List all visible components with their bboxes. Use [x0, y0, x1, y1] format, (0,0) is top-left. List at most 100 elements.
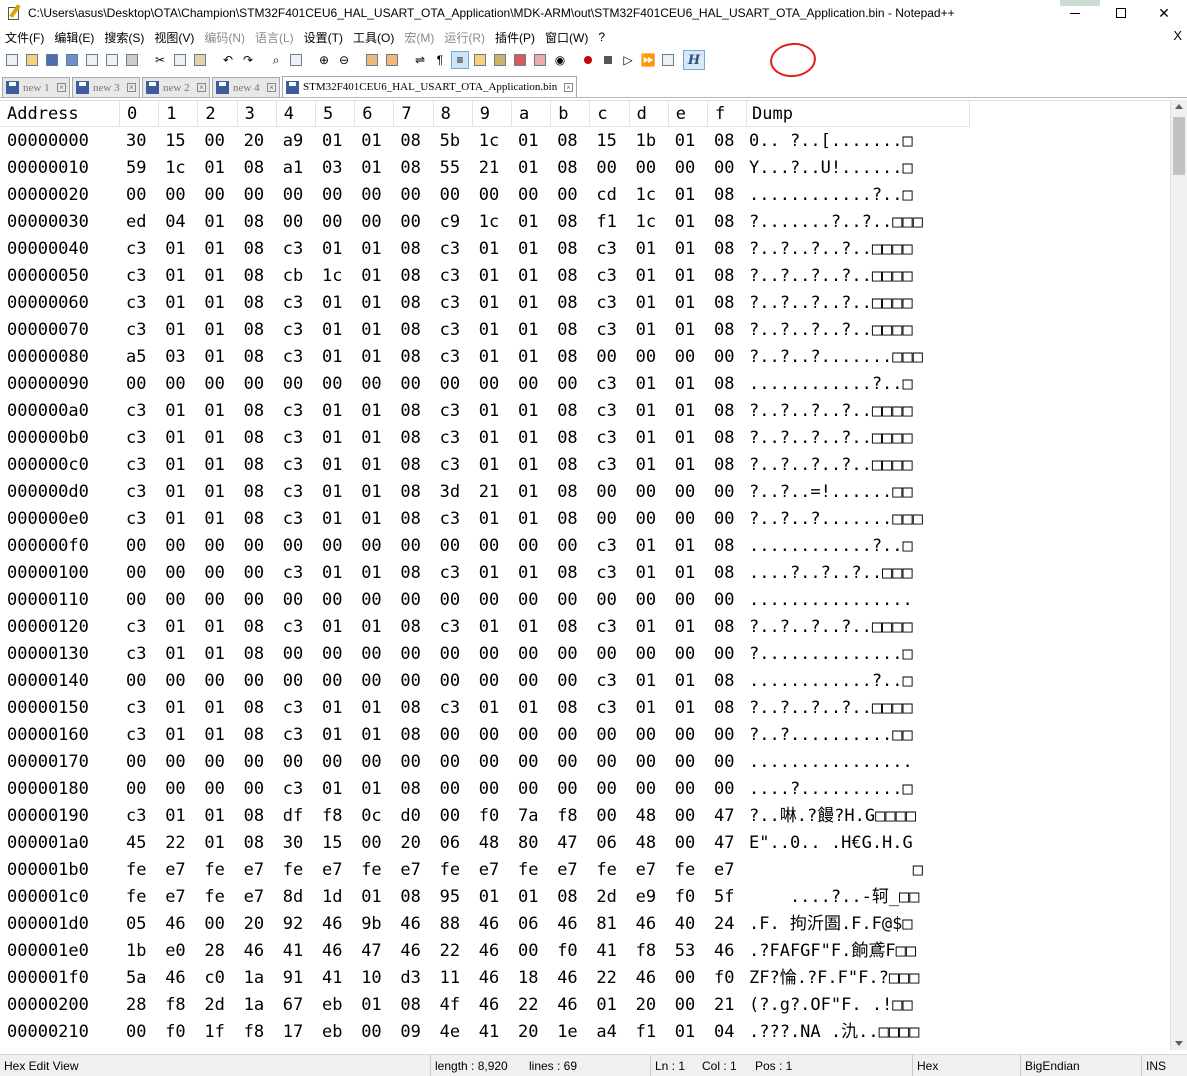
- hex-byte[interactable]: 01: [361, 236, 381, 263]
- hex-byte[interactable]: 01: [322, 479, 342, 506]
- hex-byte[interactable]: 46: [165, 911, 185, 938]
- hex-byte[interactable]: 08: [244, 722, 264, 749]
- hex-byte[interactable]: 01: [204, 614, 224, 641]
- scrollbar-thumb[interactable]: [1173, 117, 1185, 175]
- hex-byte[interactable]: 01: [636, 560, 656, 587]
- hex-byte[interactable]: 08: [714, 128, 734, 155]
- hex-byte[interactable]: 01: [479, 290, 499, 317]
- hex-byte[interactable]: fe: [675, 857, 695, 884]
- hex-byte[interactable]: 01: [322, 695, 342, 722]
- hex-byte[interactable]: 01: [361, 722, 381, 749]
- row-ascii-dump[interactable]: ?..?..?..?..□□□□: [749, 317, 969, 344]
- hex-byte[interactable]: 00: [596, 641, 616, 668]
- hex-row[interactable]: 00000030 ed 04 01 08 00 00 00 00 c9 1c 01 08 f1 1c 01 08…: [0, 209, 970, 236]
- row-ascii-dump[interactable]: (?.g?.OF"F. .!□□: [749, 992, 969, 1019]
- hex-byte[interactable]: 00: [479, 182, 499, 209]
- hex-byte[interactable]: 00: [636, 776, 656, 803]
- hex-row[interactable]: 00000140 00 00 00 00 00 00 00 00 00 00 00 00 c3 01 01 08…: [0, 668, 970, 695]
- hex-byte[interactable]: 08: [400, 884, 420, 911]
- hex-byte[interactable]: 01: [636, 425, 656, 452]
- hex-byte[interactable]: 08: [244, 425, 264, 452]
- hex-byte[interactable]: 00: [400, 668, 420, 695]
- hex-byte[interactable]: c3: [283, 614, 303, 641]
- print-icon[interactable]: [123, 51, 141, 69]
- hex-byte[interactable]: 20: [636, 992, 656, 1019]
- stop-recording-icon[interactable]: [599, 51, 617, 69]
- hex-byte[interactable]: 00: [675, 641, 695, 668]
- hex-byte[interactable]: 00: [204, 668, 224, 695]
- menu-item-2[interactable]: 搜索(S): [99, 29, 149, 46]
- tab-close-icon[interactable]: ×: [267, 83, 276, 92]
- hex-byte[interactable]: 00: [714, 641, 734, 668]
- hex-byte[interactable]: 00: [518, 749, 538, 776]
- hex-byte[interactable]: 08: [557, 317, 577, 344]
- hex-row[interactable]: 000000b0 c3 01 01 08 c3 01 01 08 c3 01 01 08 c3 01 01 08…: [0, 425, 970, 452]
- hex-byte[interactable]: 00: [440, 668, 460, 695]
- hex-byte[interactable]: 01: [361, 290, 381, 317]
- hex-byte[interactable]: 00: [675, 965, 695, 992]
- hex-byte[interactable]: 01: [636, 236, 656, 263]
- hex-byte[interactable]: 08: [714, 371, 734, 398]
- row-ascii-dump[interactable]: ................: [749, 587, 969, 614]
- hex-byte[interactable]: 00: [283, 668, 303, 695]
- sync-horizontal-icon[interactable]: [383, 51, 401, 69]
- hex-byte[interactable]: a9: [283, 128, 303, 155]
- zoom-out-icon[interactable]: ⊖: [335, 51, 353, 69]
- hex-byte[interactable]: 01: [518, 398, 538, 425]
- scroll-down-icon[interactable]: [1175, 1041, 1183, 1046]
- hex-byte[interactable]: 01: [322, 452, 342, 479]
- hex-byte[interactable]: 00: [479, 533, 499, 560]
- hex-byte[interactable]: 46: [400, 911, 420, 938]
- row-ascii-dump[interactable]: .???.NA .氿..□□□□: [749, 1019, 969, 1046]
- hex-byte[interactable]: 01: [204, 209, 224, 236]
- hex-byte[interactable]: 01: [204, 830, 224, 857]
- hex-byte[interactable]: 20: [518, 1019, 538, 1046]
- hex-byte[interactable]: 01: [479, 263, 499, 290]
- hex-byte[interactable]: c3: [440, 317, 460, 344]
- hex-byte[interactable]: 1c: [636, 182, 656, 209]
- hex-byte[interactable]: 01: [636, 263, 656, 290]
- hex-byte[interactable]: 01: [675, 1019, 695, 1046]
- hex-byte[interactable]: d0: [400, 803, 420, 830]
- hex-byte[interactable]: 9b: [361, 911, 381, 938]
- row-ascii-dump[interactable]: .F. 拘沂圄.F.F@$□: [749, 911, 969, 938]
- hex-byte[interactable]: 00: [126, 587, 146, 614]
- open-file-icon[interactable]: [23, 51, 41, 69]
- hex-row[interactable]: 000000a0 c3 01 01 08 c3 01 01 08 c3 01 01 08 c3 01 01 08…: [0, 398, 970, 425]
- hex-byte[interactable]: 00: [204, 587, 224, 614]
- hex-byte[interactable]: 00: [675, 587, 695, 614]
- hex-byte[interactable]: 01: [361, 506, 381, 533]
- hex-byte[interactable]: 1c: [479, 209, 499, 236]
- run-macro-multiple-icon[interactable]: ⏩: [639, 51, 657, 69]
- hex-byte[interactable]: 00: [636, 749, 656, 776]
- hex-byte[interactable]: c3: [440, 290, 460, 317]
- row-ascii-dump[interactable]: ?..?..?..?..□□□□: [749, 695, 969, 722]
- hex-byte[interactable]: f0: [479, 803, 499, 830]
- hex-byte[interactable]: 01: [479, 317, 499, 344]
- hex-byte[interactable]: 08: [557, 695, 577, 722]
- hex-byte[interactable]: 00: [596, 479, 616, 506]
- hex-byte[interactable]: 92: [283, 911, 303, 938]
- hex-byte[interactable]: fe: [596, 857, 616, 884]
- hex-byte[interactable]: f0: [165, 1019, 185, 1046]
- hex-byte[interactable]: 2d: [596, 884, 616, 911]
- hex-byte[interactable]: 01: [361, 317, 381, 344]
- hex-byte[interactable]: 00: [479, 749, 499, 776]
- hex-byte[interactable]: 21: [479, 155, 499, 182]
- hex-byte[interactable]: 01: [675, 398, 695, 425]
- hex-byte[interactable]: f8: [165, 992, 185, 1019]
- hex-byte[interactable]: 00: [596, 506, 616, 533]
- hex-byte[interactable]: 00: [440, 641, 460, 668]
- hex-byte[interactable]: 08: [714, 398, 734, 425]
- hex-byte[interactable]: e7: [165, 857, 185, 884]
- hex-byte[interactable]: c3: [283, 425, 303, 452]
- hex-byte[interactable]: fe: [361, 857, 381, 884]
- hex-byte[interactable]: 01: [675, 533, 695, 560]
- hex-byte[interactable]: 00: [636, 506, 656, 533]
- hex-byte[interactable]: f0: [557, 938, 577, 965]
- hex-byte[interactable]: 22: [165, 830, 185, 857]
- hex-byte[interactable]: 00: [244, 182, 264, 209]
- hex-byte[interactable]: 45: [126, 830, 146, 857]
- hex-byte[interactable]: 01: [204, 263, 224, 290]
- hex-byte[interactable]: 01: [675, 668, 695, 695]
